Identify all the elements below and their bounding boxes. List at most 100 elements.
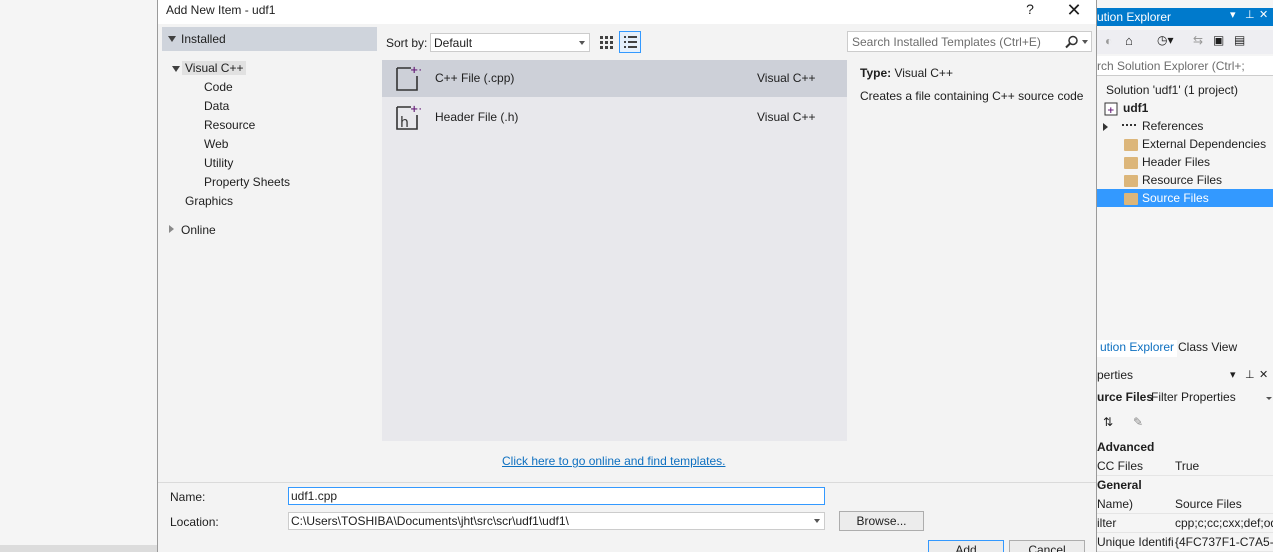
tree-item-web[interactable]: Web — [204, 137, 228, 151]
browse-button[interactable]: Browse... — [839, 511, 924, 531]
ide-background — [0, 0, 157, 552]
chevron-down-icon[interactable] — [1266, 397, 1272, 400]
property-row[interactable]: Name) Source Files — [1097, 495, 1273, 514]
tree-item-visual-cpp[interactable]: Visual C++ — [182, 61, 247, 75]
expand-online-icon[interactable] — [169, 225, 174, 233]
history-icon[interactable]: ◷▾ — [1157, 33, 1174, 47]
template-row-header[interactable]: h ++ Header File (.h) Visual C++ — [382, 99, 847, 136]
solution-explorer-search[interactable]: rch Solution Explorer (Ctrl+; — [1097, 56, 1273, 76]
cancel-button[interactable]: Cancel — [1009, 540, 1085, 552]
property-row[interactable]: Unique Identifi {4FC737F1-C7A5-4 — [1097, 533, 1273, 552]
property-row[interactable]: ilter cpp;c;cc;cxx;def;od — [1097, 514, 1273, 533]
folder-icon — [1124, 193, 1138, 205]
wrench-icon[interactable]: ✎ — [1133, 415, 1143, 429]
tree-node-references[interactable]: References — [1142, 119, 1203, 133]
small-icons-view-button[interactable] — [595, 31, 617, 53]
template-row-cpp[interactable]: ++ C++ File (.cpp) Visual C++ — [382, 60, 847, 97]
tree-node-resource-files[interactable]: Resource Files — [1142, 173, 1222, 187]
sort-alphabetical-icon[interactable]: ⇅ — [1103, 415, 1113, 429]
svg-text:++: ++ — [410, 65, 421, 76]
template-description: Creates a file containing C++ source cod… — [860, 89, 1084, 103]
solution-explorer-toolbar: ◐ ⌂ ◷▾ ⇆ ▣ ▤ — [1097, 30, 1273, 54]
help-button[interactable]: ? — [1020, 1, 1040, 21]
property-key: ilter — [1097, 516, 1117, 530]
search-templates-input[interactable]: Search Installed Templates (Ctrl+E) — [847, 31, 1092, 52]
properties-object-selector[interactable]: urce Files Filter Properties — [1097, 389, 1273, 407]
back-icon[interactable]: ◐ — [1105, 34, 1112, 48]
type-value: Visual C++ — [894, 66, 953, 80]
copy-icon[interactable]: ▤ — [1234, 33, 1245, 47]
tree-item-property-sheets[interactable]: Property Sheets — [204, 175, 290, 189]
properties-object-type: Filter Properties — [1151, 390, 1236, 404]
solution-node[interactable]: Solution 'udf1' (1 project) — [1106, 83, 1238, 97]
tree-item-utility[interactable]: Utility — [204, 156, 233, 170]
dropdown-icon[interactable]: ▾ — [1230, 368, 1236, 381]
tree-node-source-files[interactable]: Source Files — [1142, 191, 1209, 205]
panel-title: ution Explorer — [1097, 10, 1172, 24]
template-name: C++ File (.cpp) — [435, 71, 515, 85]
search-placeholder: Search Installed Templates (Ctrl+E) — [852, 35, 1041, 49]
grid-view-icon — [600, 36, 613, 49]
header-file-icon: h ++ — [396, 104, 421, 131]
property-value: {4FC737F1-C7A5-4 — [1175, 535, 1273, 549]
location-input[interactable]: C:\Users\TOSHIBA\Documents\jht\src\scr\u… — [288, 512, 825, 530]
add-button[interactable]: Add — [928, 540, 1004, 552]
tree-item-code[interactable]: Code — [204, 80, 233, 94]
close-icon[interactable]: ✕ — [1259, 8, 1268, 21]
search-options-chevron-icon[interactable] — [1082, 40, 1088, 44]
dialog-titlebar: Add New Item - udf1 ? ✕ — [158, 0, 1096, 24]
category-tree: Installed Visual C++ Code Data Resource … — [162, 27, 377, 447]
project-node[interactable]: udf1 — [1123, 101, 1148, 115]
solution-explorer-titlebar: ution Explorer ▾ ⊥ ✕ — [1097, 8, 1273, 26]
folder-icon — [1124, 175, 1138, 187]
expand-visual-cpp-icon[interactable] — [172, 66, 180, 72]
tree-item-resource[interactable]: Resource — [204, 118, 255, 132]
tree-node-header-files[interactable]: Header Files — [1142, 155, 1210, 169]
pin-icon[interactable]: ⊥ — [1245, 368, 1255, 381]
add-new-item-dialog: Add New Item - udf1 ? ✕ Installed Visual… — [157, 0, 1097, 552]
tree-node-external-dependencies[interactable]: External Dependencies — [1142, 137, 1266, 151]
dialog-title: Add New Item - udf1 — [166, 3, 276, 17]
online-templates-link[interactable]: Click here to go online and find templat… — [502, 454, 725, 468]
project-icon: + — [1104, 102, 1118, 116]
tree-installed-header[interactable]: Installed — [162, 27, 377, 51]
template-list: ++ C++ File (.cpp) Visual C++ h ++ Heade… — [382, 60, 847, 441]
location-value: C:\Users\TOSHIBA\Documents\jht\src\scr\u… — [291, 514, 569, 528]
dropdown-icon[interactable]: ▾ — [1230, 8, 1236, 21]
sort-by-select[interactable]: Default — [430, 33, 590, 52]
location-label: Location: — [170, 515, 219, 529]
close-button[interactable]: ✕ — [1063, 0, 1085, 22]
folder-icon — [1124, 157, 1138, 169]
tree-item-graphics[interactable]: Graphics — [185, 194, 233, 208]
name-value: udf1.cpp — [291, 489, 338, 503]
properties-object: urce Files — [1097, 390, 1154, 404]
list-view-icon — [624, 36, 637, 48]
list-view-button[interactable] — [619, 31, 641, 53]
search-placeholder: rch Solution Explorer (Ctrl+; — [1097, 59, 1245, 73]
svg-text:++: ++ — [410, 104, 421, 115]
category-general: General — [1097, 478, 1142, 492]
chevron-down-icon[interactable] — [814, 519, 820, 523]
template-name: Header File (.h) — [435, 110, 519, 124]
properties-title: perties — [1097, 368, 1134, 382]
collapse-all-icon[interactable]: ▣ — [1213, 33, 1224, 47]
search-icon[interactable] — [1065, 35, 1079, 49]
close-icon[interactable]: ✕ — [1259, 368, 1268, 381]
template-language: Visual C++ — [757, 110, 816, 124]
property-row[interactable]: CC Files True — [1097, 457, 1273, 476]
tab-class-view[interactable]: Class View — [1175, 340, 1240, 357]
folder-icon — [1124, 139, 1138, 151]
tab-solution-explorer[interactable]: ution Explorer — [1097, 340, 1178, 357]
pin-icon[interactable]: ⊥ — [1245, 8, 1255, 21]
tree-item-online[interactable]: Online — [181, 223, 216, 237]
name-input[interactable]: udf1.cpp — [288, 487, 825, 505]
sort-by-value: Default — [434, 36, 473, 50]
expand-references-icon[interactable] — [1103, 123, 1108, 131]
collapse-triangle-icon[interactable] — [168, 36, 176, 42]
tree-item-data[interactable]: Data — [204, 99, 229, 113]
svg-text:h: h — [400, 115, 409, 131]
sync-icon[interactable]: ⇆ — [1193, 33, 1203, 47]
template-type: Type: Visual C++ — [860, 66, 953, 80]
sort-by-label: Sort by: — [386, 36, 428, 50]
home-icon[interactable]: ⌂ — [1125, 33, 1133, 48]
